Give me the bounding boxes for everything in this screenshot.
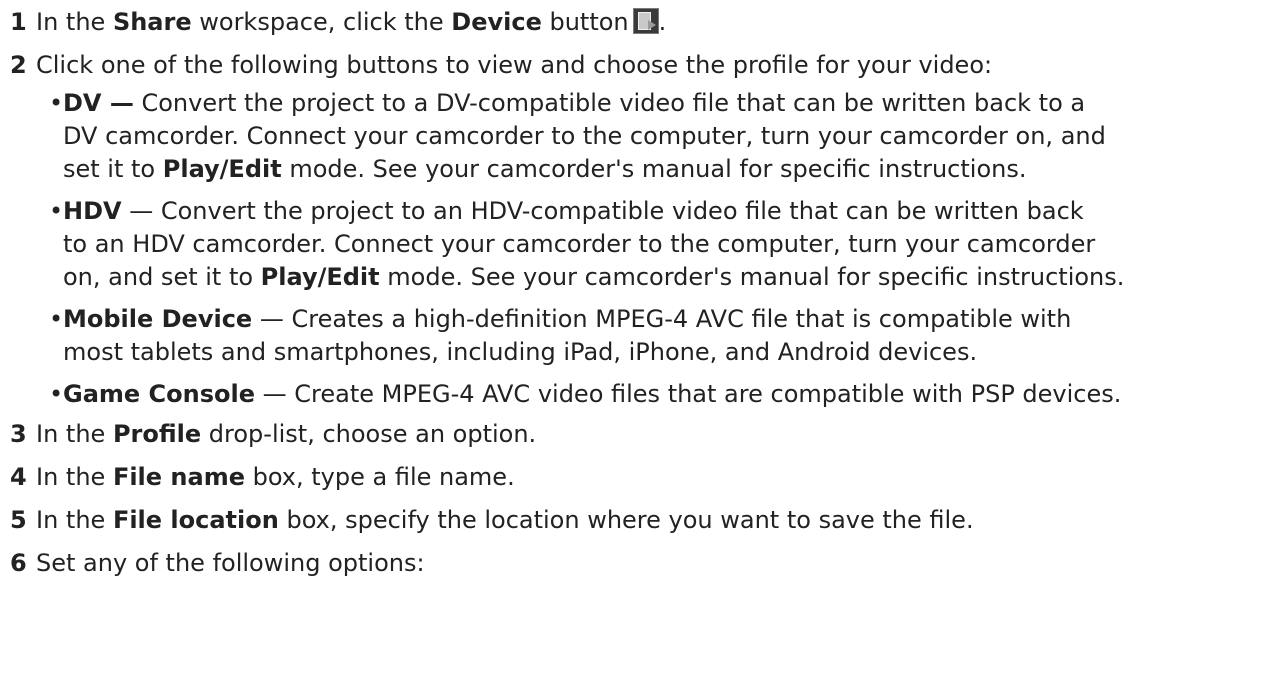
list-item-dv: • DV — Convert the project to a DV-compa… [0, 87, 1270, 186]
step-number: 5 [10, 506, 27, 534]
step-number: 3 [10, 420, 27, 448]
bullet-dot: • [49, 380, 64, 408]
step-number: 6 [10, 549, 27, 577]
step-6: 6 Set any of the following options: [0, 545, 1270, 581]
step-4: 4 In the File name box, type a file name. [0, 459, 1270, 495]
mobile-device-term: Mobile Device [63, 305, 253, 333]
bullet-text: on, and set it to [63, 263, 261, 291]
bullet-line: HDV — Convert the project to an HDV-comp… [63, 195, 1270, 228]
bullet-text: mode. See your camcorder's manual for sp… [379, 263, 1125, 291]
step-3: 3 In the Profile drop-list, choose an opt… [0, 416, 1270, 452]
bullet-text: mode. See your camcorder's manual for sp… [281, 155, 1027, 183]
profile-term: Profile [112, 420, 202, 448]
step-number: 1 [10, 8, 27, 36]
step-1: 1 In the Share workspace, click the Devic… [0, 4, 1270, 40]
step-text: box, specify the location where you want… [278, 506, 974, 534]
step-text: In the [36, 463, 113, 491]
list-item-hdv: • HDV — Convert the project to an HDV-co… [0, 195, 1270, 294]
bullet-text: — Convert the project to an HDV-compatib… [121, 197, 1084, 225]
step-text: In the [36, 8, 113, 36]
bullet-line: DV — Convert the project to a DV-compati… [63, 87, 1270, 120]
bullet-text: set it to [63, 155, 163, 183]
bullet-dot: • [49, 197, 64, 225]
play-edit-term: Play/Edit [260, 263, 380, 291]
game-console-term: Game Console [63, 380, 255, 408]
step-text: Click one of the following buttons to vi… [36, 51, 993, 79]
step-number: 4 [10, 463, 27, 491]
bullet-line: on, and set it to Play/Edit mode. See yo… [63, 261, 1270, 294]
bullet-line: Mobile Device — Creates a high-definitio… [63, 303, 1270, 336]
list-item-game-console: • Game Console — Create MPEG-4 AVC video… [0, 378, 1270, 411]
bullet-text: — Creates a high-definition MPEG-4 AVC f… [252, 305, 1072, 333]
step-2: 2 Click one of the following buttons to v… [0, 47, 1270, 83]
file-name-term: File name [112, 463, 245, 491]
bullet-line: DV camcorder. Connect your camcorder to … [63, 122, 1106, 150]
profile-options-list: • DV — Convert the project to a DV-compa… [0, 87, 1270, 411]
step-text: . [658, 8, 667, 36]
bullet-line: Game Console — Create MPEG-4 AVC video f… [63, 378, 1270, 411]
step-text: Set any of the following options: [36, 549, 425, 577]
step-number: 2 [10, 51, 27, 79]
bullet-text: — Create MPEG-4 AVC video files that are… [255, 380, 1122, 408]
play-edit-term: Play/Edit [162, 155, 282, 183]
step-text: box, type a file name. [244, 463, 515, 491]
file-location-term: File location [112, 506, 279, 534]
bullet-line: most tablets and smartphones, including … [63, 338, 978, 366]
hdv-term: HDV [63, 197, 122, 225]
device-icon [632, 8, 659, 34]
step-5: 5 In the File location box, specify the l… [0, 502, 1270, 538]
step-text: button [541, 8, 629, 36]
step-text: drop-list, choose an option. [201, 420, 537, 448]
step-text: In the [36, 506, 113, 534]
bullet-text: Convert the project to a DV-compatible v… [133, 89, 1086, 117]
bullet-dot: • [49, 305, 64, 333]
list-item-mobile-device: • Mobile Device — Creates a high-definit… [0, 303, 1270, 369]
help-document: 1 In the Share workspace, click the Devic… [0, 0, 1270, 675]
step-text: workspace, click the [191, 8, 452, 36]
step-text: In the [36, 420, 113, 448]
device-button-term: Device [451, 8, 542, 36]
bullet-line: to an HDV camcorder. Connect your camcor… [63, 230, 1096, 258]
dv-term: DV — [63, 89, 134, 117]
bullet-dot: • [49, 89, 64, 117]
share-workspace-term: Share [112, 8, 192, 36]
bullet-line: set it to Play/Edit mode. See your camco… [63, 153, 1270, 186]
